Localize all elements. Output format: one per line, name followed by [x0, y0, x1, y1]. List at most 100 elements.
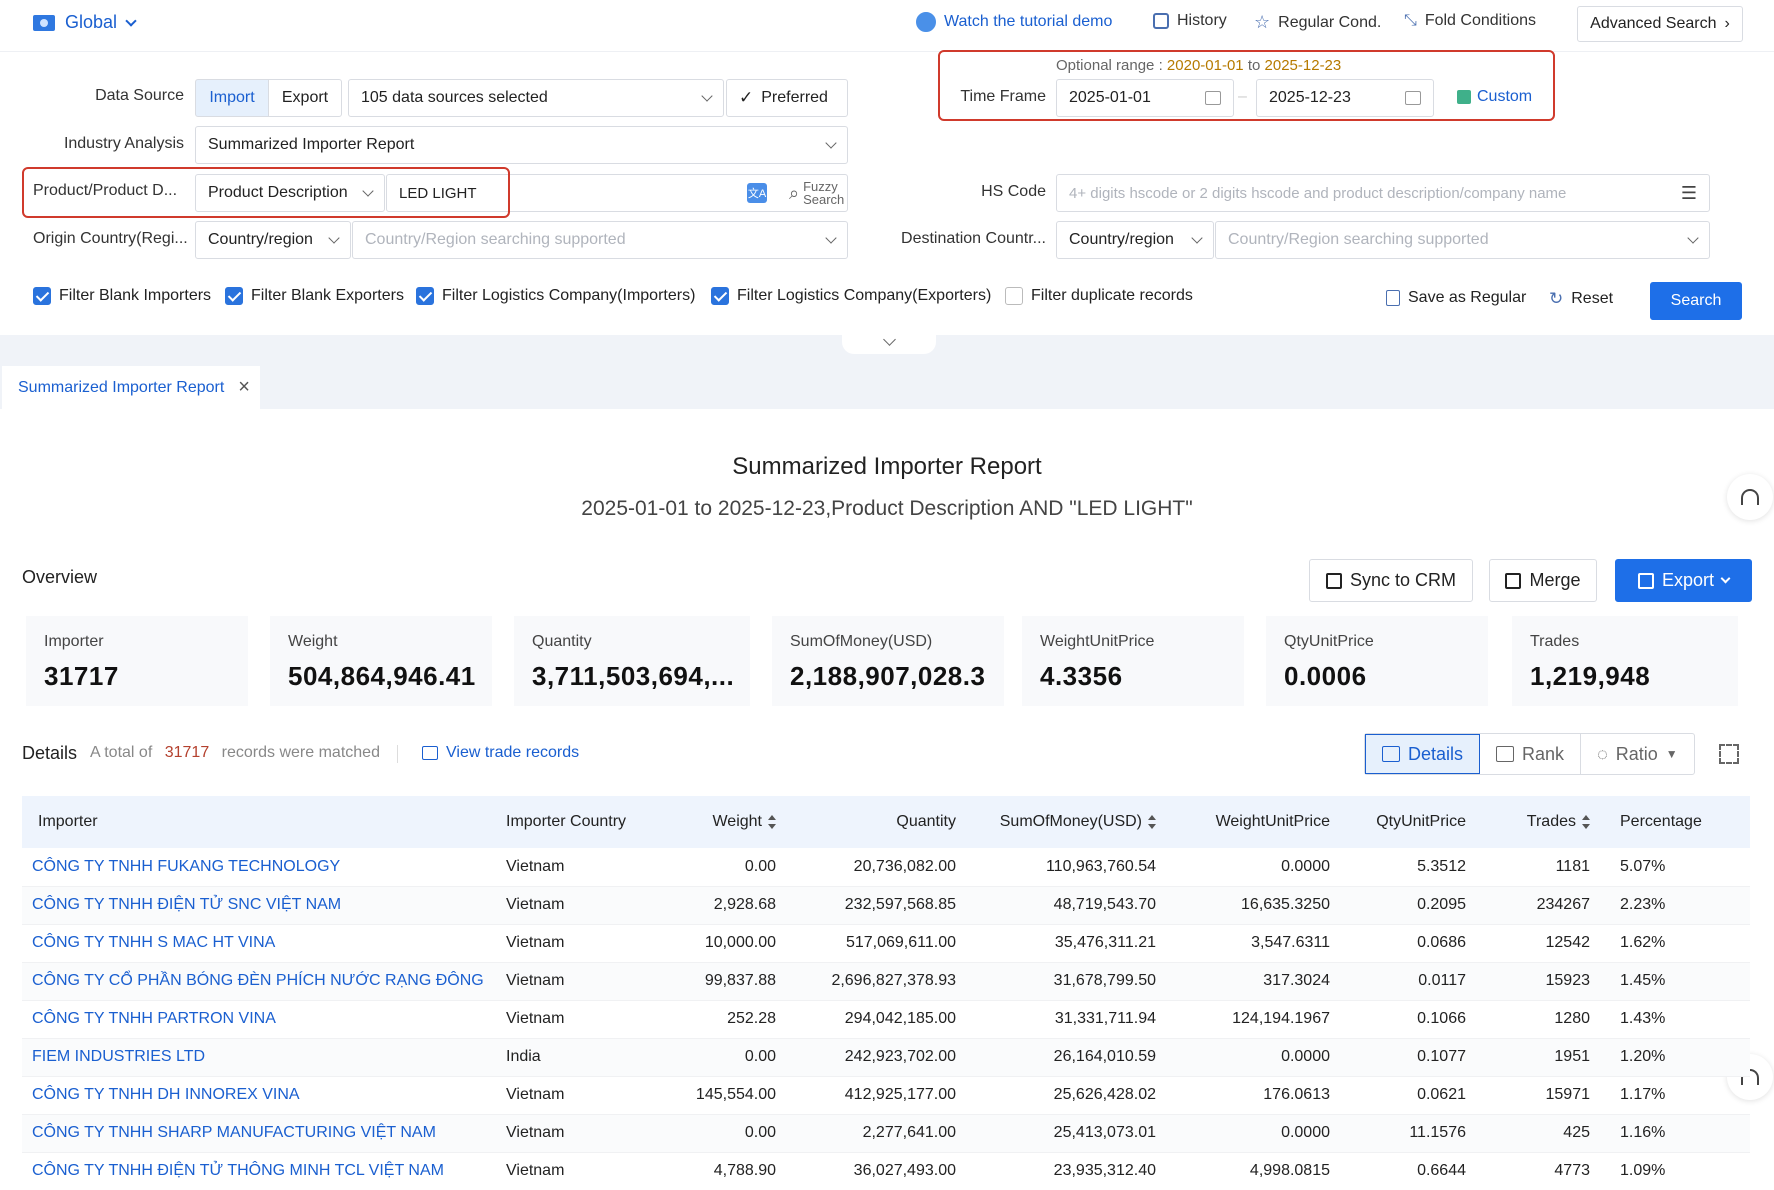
percentage-cell: 1.17% — [1600, 1076, 1750, 1115]
importer-name-link[interactable]: CÔNG TY CỔ PHẦN BÓNG ĐÈN PHÍCH NƯỚC RẠNG… — [22, 962, 496, 1001]
industry-analysis-label: Industry Analysis — [63, 135, 184, 152]
top-bar: Global Watch the tutorial demo History ☆… — [0, 0, 1774, 52]
fuzzy-search-button[interactable]: ⌕ Fuzzy Search — [789, 180, 844, 206]
qty-unit-price-cell: 0.0686 — [1340, 924, 1476, 963]
preferred-button[interactable]: ✓ Preferred — [726, 79, 848, 117]
sum-money-cell: 26,164,010.59 — [966, 1038, 1166, 1077]
trades-cell: 12542 — [1476, 924, 1600, 963]
sync-crm-button[interactable]: Sync to CRM — [1309, 559, 1473, 602]
support-headset-icon[interactable] — [1727, 474, 1773, 520]
destination-country-input[interactable]: Country/Region searching supported — [1215, 221, 1710, 259]
stat-label: Trades — [1530, 633, 1580, 650]
col-importer-country: Importer Country — [506, 813, 627, 830]
weight-unit-price-cell: 4,998.0815 — [1166, 1152, 1340, 1190]
view-trade-records-link[interactable]: View trade records — [422, 744, 579, 762]
percentage-cell: 1.43% — [1600, 1000, 1750, 1039]
weight-unit-price-cell: 0.0000 — [1166, 848, 1340, 887]
stat-value: 504,864,946.41 — [288, 661, 476, 691]
sort-icon — [1148, 814, 1156, 829]
importer-name-link[interactable]: CÔNG TY TNHH ĐIỆN TỬ THÔNG MINH TCL VIỆT… — [22, 1152, 496, 1190]
importer-name-link[interactable]: CÔNG TY TNHH PARTRON VINA — [22, 1000, 496, 1039]
destination-country-label: Destination Countr... — [901, 230, 1046, 247]
filter-logistics-exporters-checkbox[interactable]: Filter Logistics Company(Exporters) — [711, 287, 991, 305]
tab-details-label: Details — [1408, 743, 1464, 764]
trades-cell: 234267 — [1476, 886, 1600, 925]
export-toggle[interactable]: Export — [268, 79, 342, 117]
importer-name-link[interactable]: CÔNG TY TNHH SHARP MANUFACTURING VIỆT NA… — [22, 1114, 496, 1153]
merge-label: Merge — [1529, 570, 1581, 590]
industry-analysis-select[interactable]: Summarized Importer Report — [195, 126, 848, 164]
sum-money-cell: 25,626,428.02 — [966, 1076, 1166, 1115]
checkbox-label: Filter Blank Importers — [59, 287, 212, 304]
hs-code-input[interactable]: 4+ digits hscode or 2 digits hscode and … — [1056, 174, 1710, 212]
sum-money-cell: 110,963,760.54 — [966, 848, 1166, 887]
tab-rank[interactable]: Rank — [1480, 734, 1582, 774]
translate-icon[interactable]: 文A — [747, 183, 767, 203]
export-button[interactable]: Export — [1615, 559, 1752, 602]
checkbox-label: Filter Logistics Company(Importers) — [442, 287, 696, 304]
close-icon[interactable]: × — [238, 376, 250, 399]
fold-conditions-button[interactable]: ⤡ Fold Conditions — [1404, 12, 1536, 30]
table-header-row: Importer Importer Country Weight Quantit… — [22, 796, 1750, 848]
quantity-cell: 36,027,493.00 — [786, 1152, 966, 1190]
trades-cell: 1951 — [1476, 1038, 1600, 1077]
sum-money-cell: 31,331,711.94 — [966, 1000, 1166, 1039]
checkbox-checked-icon — [711, 287, 729, 305]
importer-name-link[interactable]: CÔNG TY TNHH DH INNOREX VINA — [22, 1076, 496, 1115]
table-row: CÔNG TY TNHH FUKANG TECHNOLOGY Vietnam 0.0… — [22, 848, 1750, 887]
importer-name-link[interactable]: CÔNG TY TNHH ĐIỆN TỬ SNC VIỆT NAM — [22, 886, 496, 925]
refresh-icon: ↻ — [1549, 289, 1564, 308]
reset-label: Reset — [1571, 290, 1614, 307]
tab-summarized-importer-report[interactable]: Summarized Importer Report × — [2, 366, 260, 409]
importer-name-link[interactable]: FIEM INDUSTRIES LTD — [22, 1038, 496, 1077]
save-regular-button[interactable]: Save as Regular — [1386, 289, 1526, 307]
save-icon — [1386, 290, 1400, 306]
records-icon — [422, 746, 438, 760]
play-icon — [916, 12, 936, 32]
chevron-down-icon — [701, 90, 713, 102]
collapse-toggle[interactable] — [842, 330, 936, 354]
total-count: 31717 — [164, 744, 210, 761]
tab-details[interactable]: Details — [1365, 734, 1481, 774]
sum-money-cell: 23,935,312.40 — [966, 1152, 1166, 1190]
globe-flag-icon — [33, 14, 55, 31]
regular-cond-button[interactable]: ☆ Regular Cond. — [1254, 12, 1381, 33]
stat-label: SumOfMoney(USD) — [790, 633, 933, 650]
col-sum-money[interactable]: SumOfMoney(USD) — [966, 796, 1166, 848]
origin-country-input[interactable]: Country/Region searching supported — [352, 221, 848, 259]
rank-icon — [1496, 746, 1515, 762]
industry-analysis-value: Summarized Importer Report — [208, 136, 415, 153]
data-sources-select[interactable]: 105 data sources selected — [348, 79, 724, 117]
filter-logistics-importers-checkbox[interactable]: Filter Logistics Company(Importers) — [416, 287, 695, 305]
filter-blank-exporters-checkbox[interactable]: Filter Blank Exporters — [225, 287, 404, 305]
filter-duplicate-checkbox[interactable]: Filter duplicate records — [1005, 287, 1193, 305]
merge-button[interactable]: Merge — [1489, 559, 1597, 602]
importer-name-link[interactable]: CÔNG TY TNHH FUKANG TECHNOLOGY — [22, 848, 496, 887]
col-weight[interactable]: Weight — [656, 796, 786, 848]
col-trades[interactable]: Trades — [1476, 796, 1600, 848]
checkbox-label: Filter duplicate records — [1031, 287, 1193, 304]
reset-button[interactable]: ↻ Reset — [1549, 289, 1613, 309]
search-button[interactable]: Search — [1650, 282, 1742, 320]
chevron-down-icon — [125, 14, 137, 27]
weight-cell: 10,000.00 — [656, 924, 786, 963]
history-button[interactable]: History — [1153, 12, 1227, 30]
destination-type-select[interactable]: Country/region — [1056, 221, 1214, 259]
chevron-down-icon — [825, 232, 837, 244]
table-row: CÔNG TY TNHH S MAC HT VINA Vietnam 10,000.… — [22, 924, 1750, 963]
global-selector[interactable]: Global — [33, 12, 137, 33]
col-importer: Importer — [38, 813, 98, 830]
tutorial-link[interactable]: Watch the tutorial demo — [916, 12, 1112, 32]
quantity-cell: 242,923,702.00 — [786, 1038, 966, 1077]
origin-type-select[interactable]: Country/region — [195, 221, 351, 259]
tab-rank-label: Rank — [1522, 743, 1565, 764]
fullscreen-icon[interactable] — [1719, 744, 1739, 764]
tab-ratio[interactable]: ◌ Ratio ▼ — [1581, 734, 1694, 774]
overview-title: Overview — [22, 567, 98, 587]
weight-unit-price-cell: 3,547.6311 — [1166, 924, 1340, 963]
import-toggle[interactable]: Import — [195, 79, 269, 117]
list-icon[interactable]: ☰ — [1681, 183, 1697, 204]
importer-name-link[interactable]: CÔNG TY TNHH S MAC HT VINA — [22, 924, 496, 963]
advanced-search-button[interactable]: Advanced Search › — [1577, 6, 1743, 42]
filter-blank-importers-checkbox[interactable]: Filter Blank Importers — [33, 287, 211, 305]
